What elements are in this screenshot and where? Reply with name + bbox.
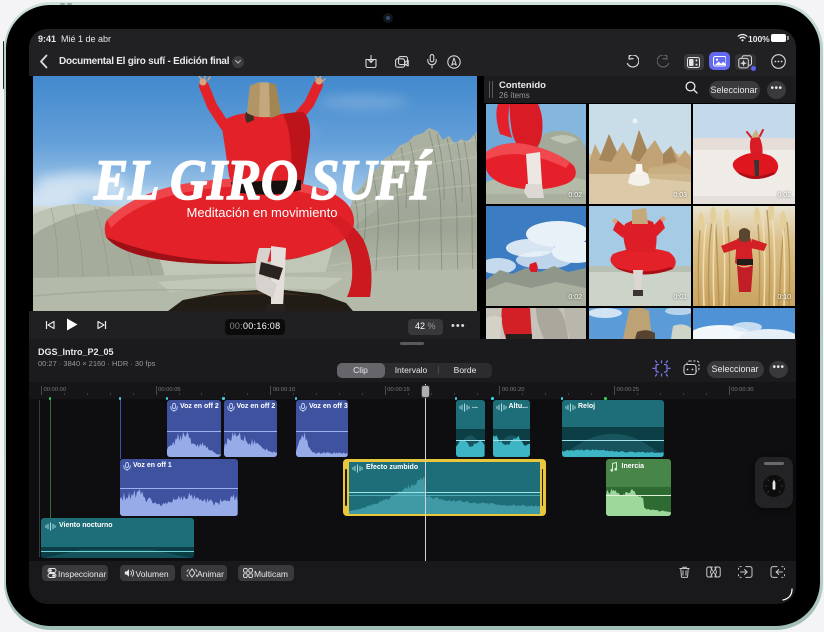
svg-text:EL GIRO SUFÍ: EL GIRO SUFÍ	[93, 149, 432, 212]
svg-text:Meditación en movimiento: Meditación en movimiento	[186, 205, 337, 220]
